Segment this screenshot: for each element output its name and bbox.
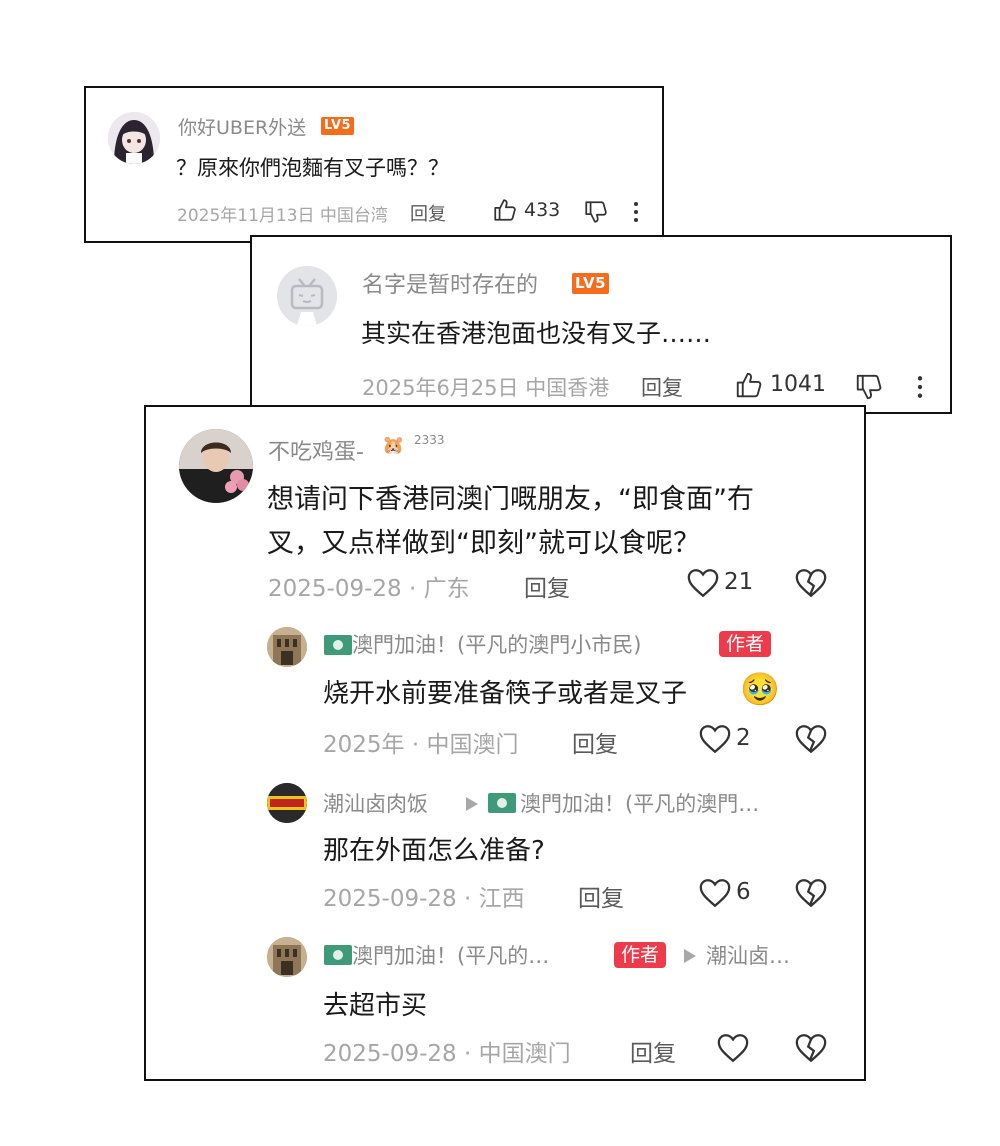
comment-date-location: 2025年11月13日 中国台湾 <box>177 206 388 226</box>
like-count: 433 <box>524 199 561 221</box>
avatar[interactable] <box>267 937 307 977</box>
like-count: 1041 <box>770 372 826 397</box>
reply-to-username[interactable]: 潮汕卤… <box>706 940 790 970</box>
fan-badge: 2333 <box>414 433 445 447</box>
avatar[interactable] <box>277 266 337 326</box>
dislike-heart-icon[interactable] <box>794 723 828 755</box>
ruins-avatar-icon <box>267 937 307 977</box>
thumb-up-icon[interactable] <box>734 370 764 400</box>
avatar[interactable] <box>267 783 307 823</box>
macau-flag-icon <box>488 793 516 813</box>
restaurant-sign-avatar-icon <box>267 783 307 823</box>
macau-flag-icon <box>324 945 352 965</box>
ruins-avatar-icon <box>267 627 307 667</box>
macau-flag-icon <box>324 635 352 655</box>
like-count: 21 <box>724 569 754 595</box>
more-vertical-icon[interactable] <box>913 374 927 400</box>
anime-avatar-icon <box>108 112 160 164</box>
username[interactable]: 澳門加油！(平凡的澳門小市民) <box>352 629 641 659</box>
level-badge: LV5 <box>572 273 610 294</box>
heart-icon[interactable] <box>686 567 720 599</box>
reply-button[interactable]: 回复 <box>630 1034 676 1068</box>
comment-text: 其实在香港泡面也没有叉子…… <box>361 319 712 348</box>
comment-text-line-2: 叉，又点样做到“即刻”就可以食呢？ <box>267 528 700 559</box>
reply-button[interactable]: 回复 <box>572 725 618 759</box>
comment-card-3: 不吃鸡蛋- 🐹 2333 想请问下香港同澳门嘅朋友，“即食面”冇 叉，又点样做到… <box>144 405 866 1081</box>
avatar[interactable] <box>267 627 307 667</box>
comment-card-1: 你好UBER外送 LV5 ？原來你們泡麵有叉子嗎？？ 2025年11月13日 中… <box>84 86 664 243</box>
comment-card-2: 名字是暂时存在的 LV5 其实在香港泡面也没有叉子…… 2025年6月25日 中… <box>250 235 952 414</box>
reply-date-location: 2025-09-28 · 江西 <box>323 886 525 912</box>
comment-text-line-1: 想请问下香港同澳门嘅朋友，“即食面”冇 <box>267 484 754 515</box>
reply-arrow-icon <box>466 797 478 811</box>
avatar[interactable] <box>108 112 160 164</box>
dislike-heart-icon[interactable] <box>794 877 828 909</box>
reply-arrow-icon <box>684 949 696 963</box>
level-badge: LV5 <box>321 117 355 135</box>
avatar[interactable] <box>179 429 253 503</box>
reply-date-location: 2025-09-28 · 中国澳门 <box>323 1041 571 1067</box>
username[interactable]: 澳門加油！(平凡的… <box>352 940 549 970</box>
like-count: 6 <box>736 879 751 905</box>
reply-button[interactable]: 回复 <box>641 372 683 402</box>
reply-text: 那在外面怎么准备? <box>323 836 545 866</box>
person-avatar-icon <box>179 429 253 503</box>
thumb-down-icon[interactable] <box>583 199 609 225</box>
reply-text: 烧开水前要准备筷子或者是叉子 <box>323 679 688 709</box>
heart-icon[interactable] <box>698 723 732 755</box>
pleading-face-emoji: 🥹 <box>740 670 780 708</box>
hamster-emoji-icon: 🐹 <box>382 435 405 456</box>
reply-text: 去超市买 <box>323 991 428 1021</box>
reply-button[interactable]: 回复 <box>410 200 446 226</box>
reply-to-username[interactable]: 澳門加油！(平凡的澳門… <box>520 788 759 818</box>
dislike-heart-icon[interactable] <box>794 567 828 599</box>
like-count: 2 <box>736 725 751 751</box>
tv-mascot-icon <box>277 266 337 326</box>
comment-date-location: 2025年6月25日 中国香港 <box>362 376 610 400</box>
thumb-up-icon[interactable] <box>492 197 518 223</box>
dislike-heart-icon[interactable] <box>794 1032 828 1064</box>
comment-date-location: 2025-09-28 · 广东 <box>268 576 470 602</box>
username[interactable]: 不吃鸡蛋- <box>268 434 364 466</box>
reply-date-location: 2025年 · 中国澳门 <box>323 732 519 758</box>
reply-button[interactable]: 回复 <box>524 569 570 603</box>
more-vertical-icon[interactable] <box>630 200 642 224</box>
reply-button[interactable]: 回复 <box>578 879 624 913</box>
author-tag: 作者 <box>614 942 667 968</box>
heart-icon[interactable] <box>716 1032 750 1064</box>
username[interactable]: 你好UBER外送 <box>178 113 306 140</box>
comment-text: ？原來你們泡麵有叉子嗎？？ <box>176 156 449 180</box>
thumb-down-icon[interactable] <box>854 372 884 402</box>
username[interactable]: 潮汕卤肉饭 <box>323 788 428 818</box>
heart-icon[interactable] <box>698 877 732 909</box>
author-tag: 作者 <box>719 631 772 657</box>
username[interactable]: 名字是暂时存在的 <box>362 267 538 299</box>
